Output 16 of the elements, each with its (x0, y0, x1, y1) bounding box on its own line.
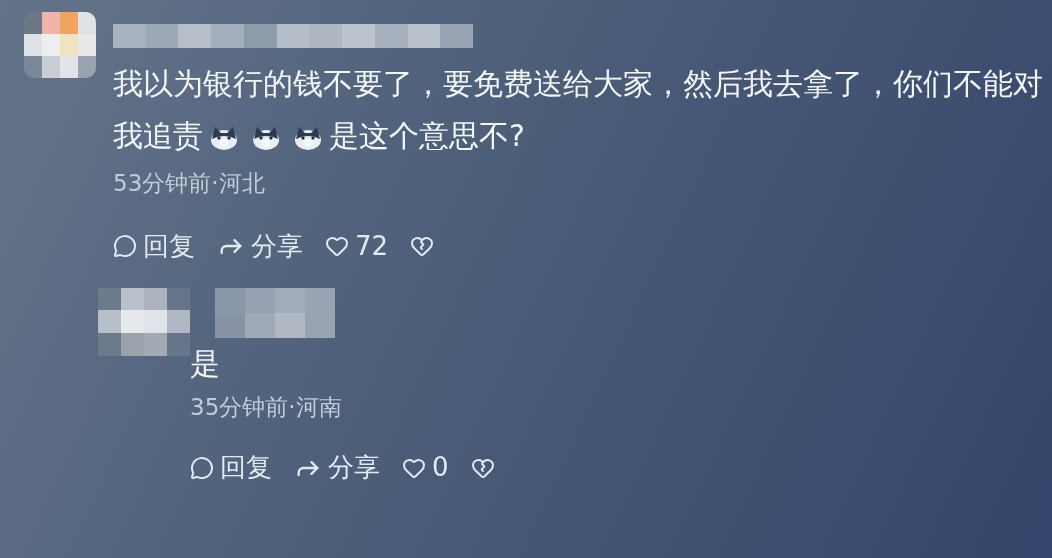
avatar (24, 12, 96, 78)
comment-text: 我以为银行的钱不要了，要免费送给大家，然后我去拿了，你们不能对我追责 是这个意思不? (113, 65, 1044, 155)
reply-button[interactable]: 回复 (190, 448, 272, 487)
comment-meta: 35分钟前·河南 (190, 392, 343, 422)
comment-meta: 53分钟前·河北 (113, 169, 266, 198)
reply-button[interactable]: 回复 (113, 226, 195, 266)
like-button[interactable]: 72 (325, 226, 389, 266)
share-button[interactable]: 分享 (294, 448, 380, 487)
share-button[interactable]: 分享 (217, 226, 303, 266)
comment-icon (113, 234, 137, 258)
heart-icon (325, 234, 349, 258)
comment-icon (190, 455, 214, 480)
broken-heart-icon (410, 234, 435, 258)
like-button[interactable]: 0 (402, 448, 449, 487)
dislike-button[interactable] (410, 234, 435, 258)
comment-text: 是 (190, 344, 221, 383)
